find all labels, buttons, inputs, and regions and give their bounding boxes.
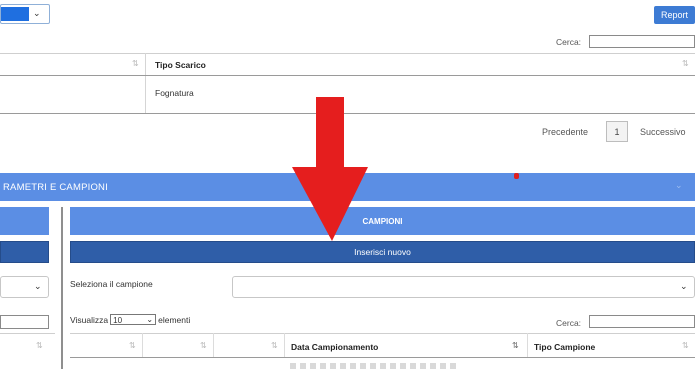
left-panel-header	[0, 207, 49, 235]
left-select[interactable]: ⌄	[0, 276, 49, 298]
collapse-icon[interactable]: ⌄	[675, 180, 683, 191]
campioni-search-input[interactable]	[589, 315, 695, 328]
top-search-input[interactable]	[589, 35, 695, 48]
pager-previous[interactable]: Precedente	[542, 127, 588, 137]
select-campione-label: Seleziona il campione	[70, 279, 153, 289]
column-divider	[284, 333, 285, 357]
campioni-header: CAMPIONI	[70, 207, 695, 235]
page-size-select[interactable]: 10 ⌄	[110, 314, 157, 325]
sort-icon[interactable]: ⇅	[271, 341, 278, 350]
chevron-down-icon: ⌄	[680, 281, 688, 291]
sort-icon[interactable]: ⇅	[132, 59, 139, 68]
column-divider	[213, 333, 214, 357]
divider	[0, 75, 695, 76]
select-campione[interactable]: ⌄	[232, 276, 695, 298]
section-title: RAMETRI E CAMPIONI	[3, 181, 108, 193]
arrow-head	[292, 167, 368, 241]
sort-icon[interactable]: ⇅	[682, 341, 689, 350]
top-search-label: Cerca:	[556, 37, 582, 47]
table-cell-tipo-scarico: Fognatura	[155, 88, 194, 98]
campioni-search-label: Cerca:	[556, 318, 582, 328]
divider	[0, 53, 695, 54]
select-value-fill	[1, 7, 29, 21]
sort-icon[interactable]: ⇅	[200, 341, 207, 350]
left-search-input[interactable]	[0, 315, 49, 329]
panel-separator	[61, 207, 63, 369]
sort-icon[interactable]: ⇅	[129, 341, 136, 350]
chevron-down-icon: ⌄	[33, 8, 41, 18]
arrow-shaft	[316, 97, 344, 169]
top-select[interactable]: ⌄	[0, 4, 50, 24]
page-size-control: Visualizza 10 ⌄ elementi	[70, 314, 190, 325]
sort-icon[interactable]: ⇅	[36, 341, 43, 350]
column-header-tipo-campione[interactable]: Tipo Campione	[534, 342, 595, 352]
column-header-tipo-scarico[interactable]: Tipo Scarico	[155, 60, 206, 70]
column-divider	[142, 333, 143, 357]
report-button[interactable]: Report	[654, 6, 695, 24]
page-size-value: 10	[113, 316, 123, 325]
annotation-dot	[514, 173, 519, 179]
chevron-down-icon: ⌄	[34, 281, 42, 291]
annotation-arrow-icon	[292, 97, 368, 241]
chevron-down-icon: ⌄	[146, 315, 154, 324]
left-panel-button[interactable]	[0, 241, 49, 263]
divider	[70, 333, 695, 334]
divider	[70, 357, 695, 358]
insert-new-label: Inserisci nuovo	[354, 247, 411, 257]
column-divider	[527, 333, 528, 357]
column-divider	[145, 53, 146, 113]
show-suffix: elementi	[158, 314, 191, 325]
show-prefix: Visualizza	[70, 314, 109, 325]
pager-next[interactable]: Successivo	[640, 127, 686, 137]
pager-page-current[interactable]: 1	[606, 121, 628, 142]
divider	[0, 333, 55, 334]
column-header-data-campionamento[interactable]: Data Campionamento	[291, 342, 378, 352]
sort-icon[interactable]: ⇅	[682, 59, 689, 68]
truncated-row-text	[290, 363, 460, 369]
sort-asc-icon[interactable]: ⇅	[512, 341, 519, 350]
insert-new-button[interactable]: Inserisci nuovo	[70, 241, 695, 263]
